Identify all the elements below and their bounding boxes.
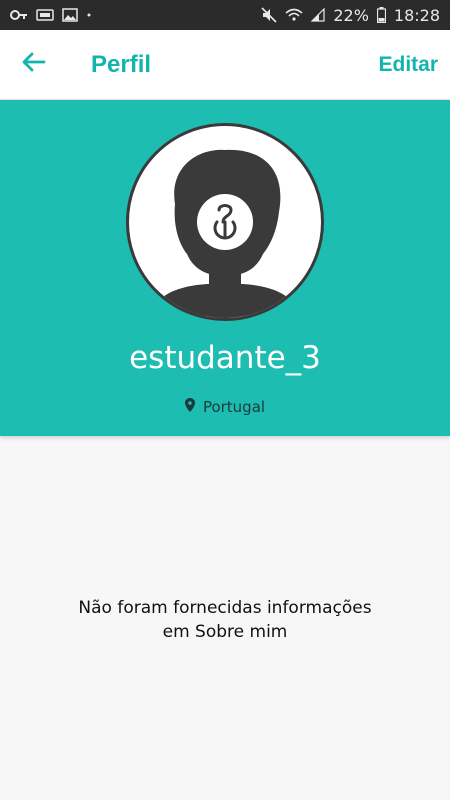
battery-icon [376, 7, 386, 23]
profile-header: estudante_3 Portugal [0, 100, 450, 436]
status-bar-left [10, 8, 92, 22]
edit-button[interactable]: Editar [378, 47, 438, 83]
about-empty-line-1: Não foram fornecidas informações [78, 598, 372, 618]
location-label: Portugal [202, 398, 266, 416]
default-avatar-icon [149, 149, 301, 318]
key-icon [10, 9, 28, 21]
image-icon [62, 8, 78, 22]
clock: 18:28 [393, 5, 440, 25]
about-empty-line-2: em Sobre mim [162, 622, 288, 642]
map-pin-icon [184, 398, 195, 416]
battery-percentage: 22% [333, 5, 369, 25]
vpn-icon [36, 9, 54, 21]
arrow-left-icon [22, 52, 46, 77]
about-empty-message: Não foram fornecidas informações em Sobr… [0, 596, 450, 644]
avatar[interactable] [126, 123, 324, 321]
signal-icon [311, 8, 325, 22]
status-bar: 22% 18:28 [0, 0, 450, 30]
location: Portugal [0, 398, 450, 416]
back-button[interactable] [12, 43, 56, 87]
dot-icon [86, 12, 92, 18]
app-bar: Perfil Editar [0, 30, 450, 100]
wifi-icon [285, 8, 303, 22]
page-title: Perfil [91, 50, 152, 78]
mute-icon [261, 7, 277, 23]
status-bar-right: 22% 18:28 [261, 6, 440, 25]
username: estudante_3 [129, 340, 321, 376]
